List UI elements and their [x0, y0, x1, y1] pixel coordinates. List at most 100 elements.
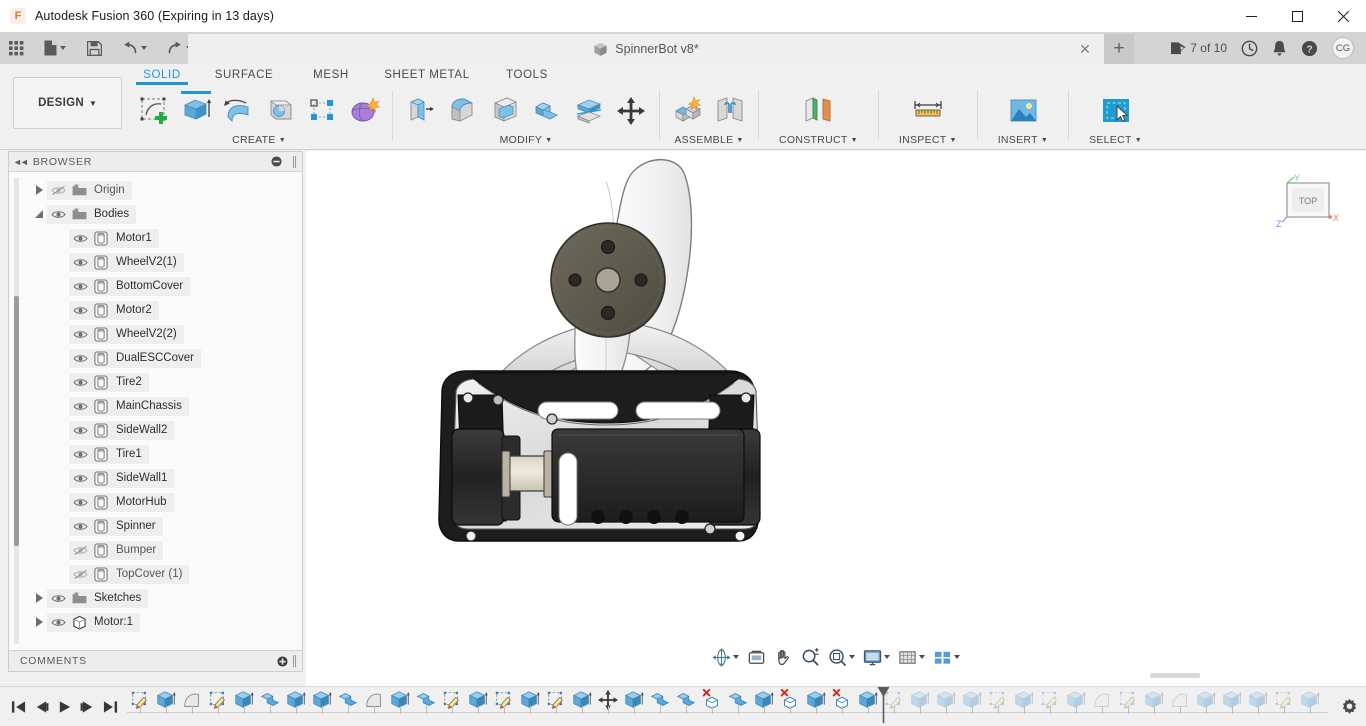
visibility-toggle[interactable] [69, 281, 91, 292]
timeline-feature[interactable] [1167, 689, 1193, 721]
browser-tree-item-sketches[interactable]: Sketches [9, 586, 302, 610]
browser-tree-item-spinner[interactable]: Spinner [9, 514, 302, 538]
timeline-go-to-beginning[interactable] [7, 694, 29, 720]
browser-tree-item-motor-1[interactable]: Motor:1 [9, 610, 302, 634]
expand-arrow-icon[interactable] [31, 617, 47, 627]
joint-tool[interactable] [710, 90, 750, 132]
timeline-feature[interactable] [1219, 689, 1245, 721]
timeline-feature[interactable] [907, 689, 933, 721]
timeline-feature[interactable] [1297, 689, 1323, 721]
browser-tree-item-sidewall2[interactable]: SideWall2 [9, 418, 302, 442]
select-tool[interactable] [1096, 90, 1136, 132]
browser-tree-row[interactable]: MotorHub [69, 493, 174, 512]
timeline-marker[interactable] [877, 687, 890, 721]
timeline-feature[interactable] [829, 689, 855, 721]
comments-resize-grip[interactable] [293, 655, 296, 667]
expand-arrow-icon[interactable] [31, 185, 47, 195]
timeline-feature[interactable] [673, 689, 699, 721]
undo-button[interactable] [117, 32, 152, 64]
save-button[interactable] [82, 32, 107, 64]
browser-tree-item-bodies[interactable]: Bodies [9, 202, 302, 226]
browser-tree-row[interactable]: Motor1 [69, 229, 159, 248]
shell-tool[interactable] [485, 90, 525, 132]
visibility-toggle[interactable] [69, 449, 91, 460]
close-button[interactable] [1320, 0, 1366, 32]
move-copy-tool[interactable] [611, 90, 651, 132]
viewport-3d[interactable]: Y X Z TOP [306, 151, 1366, 686]
app-grid-button[interactable] [0, 32, 29, 64]
zoom-tool[interactable] [798, 644, 823, 670]
minus-circle-icon[interactable] [271, 156, 282, 167]
timeline-feature[interactable] [1089, 689, 1115, 721]
timeline-feature[interactable] [517, 689, 543, 721]
extrude-tool[interactable] [176, 90, 216, 132]
grid-settings[interactable] [895, 644, 928, 670]
timeline-feature[interactable] [595, 689, 621, 721]
visibility-toggle[interactable] [69, 497, 91, 508]
visibility-toggle[interactable] [69, 353, 91, 364]
fillet-tool[interactable] [443, 90, 483, 132]
horizontal-scroll-hint[interactable] [1150, 673, 1200, 678]
model-canvas[interactable] [306, 151, 1366, 631]
timeline-feature[interactable] [543, 689, 569, 721]
sweep-tool[interactable] [260, 90, 300, 132]
revolve-tool[interactable] [218, 90, 258, 132]
browser-tree-row[interactable]: Tire1 [69, 445, 149, 464]
browser-tree-item-sidewall1[interactable]: SideWall1 [9, 466, 302, 490]
tab-surface[interactable]: SURFACE [198, 64, 290, 81]
browser-tree-item-tire2[interactable]: Tire2 [9, 370, 302, 394]
timeline-feature[interactable] [1115, 689, 1141, 721]
minimize-button[interactable] [1228, 0, 1274, 32]
panel-assemble-label[interactable]: ASSEMBLE ▼ [674, 132, 743, 148]
insert-mcmaster-tool[interactable] [1003, 90, 1043, 132]
visibility-toggle[interactable] [47, 185, 69, 196]
visibility-toggle[interactable] [69, 425, 91, 436]
browser-tree-row[interactable]: TopCover (1) [69, 565, 189, 584]
panel-modify-label[interactable]: MODIFY ▼ [500, 132, 553, 148]
timeline-track[interactable] [127, 687, 1328, 726]
timeline-feature[interactable] [309, 689, 335, 721]
timeline-feature[interactable] [1245, 689, 1271, 721]
split-body-tool[interactable] [569, 90, 609, 132]
panel-select-label[interactable]: SELECT ▼ [1089, 132, 1142, 148]
visibility-toggle[interactable] [69, 521, 91, 532]
timeline-feature[interactable] [361, 689, 387, 721]
browser-tree-row[interactable]: Tire2 [69, 373, 149, 392]
visibility-toggle[interactable] [69, 401, 91, 412]
timeline-feature[interactable] [621, 689, 647, 721]
document-tab[interactable]: SpinnerBot v8* ✕ [188, 34, 1104, 64]
notifications-button[interactable] [1266, 32, 1293, 64]
plus-circle-icon[interactable] [277, 656, 288, 667]
timeline-feature[interactable] [465, 689, 491, 721]
timeline-feature[interactable] [569, 689, 595, 721]
close-document-tab-button[interactable]: ✕ [1078, 42, 1092, 56]
visibility-toggle[interactable] [69, 545, 91, 556]
view-cube[interactable]: Y X Z TOP [1270, 171, 1344, 235]
visibility-toggle[interactable] [69, 569, 91, 580]
browser-tree-row[interactable]: SideWall1 [69, 469, 174, 488]
browser-scrollbar-thumb[interactable] [14, 296, 19, 546]
timeline-feature[interactable] [985, 689, 1011, 721]
visibility-toggle[interactable] [69, 329, 91, 340]
browser-tree-row[interactable]: BottomCover [69, 277, 190, 296]
browser-tree-item-bumper[interactable]: Bumper [9, 538, 302, 562]
offset-plane-tool[interactable] [798, 90, 838, 132]
visibility-toggle[interactable] [47, 209, 69, 220]
timeline-feature[interactable] [1011, 689, 1037, 721]
new-tab-button[interactable]: + [1104, 34, 1134, 64]
browser-tree-item-wheelv2-1[interactable]: WheelV2(1) [9, 250, 302, 274]
panel-insert-label[interactable]: INSERT ▼ [998, 132, 1048, 148]
pan-tool[interactable] [771, 644, 796, 670]
browser-tree-item-motor2[interactable]: Motor2 [9, 298, 302, 322]
visibility-toggle[interactable] [47, 593, 69, 604]
tab-tools[interactable]: TOOLS [482, 64, 572, 81]
timeline-feature[interactable] [179, 689, 205, 721]
timeline-feature[interactable] [335, 689, 361, 721]
browser-tree-row[interactable]: Bumper [69, 541, 163, 560]
avatar[interactable]: CG [1332, 37, 1354, 59]
panel-construct-label[interactable]: CONSTRUCT ▼ [779, 132, 858, 148]
maximize-button[interactable] [1274, 0, 1320, 32]
tab-sheet-metal[interactable]: SHEET METAL [372, 64, 482, 81]
timeline-feature[interactable] [959, 689, 985, 721]
measure-tool[interactable] [908, 90, 948, 132]
